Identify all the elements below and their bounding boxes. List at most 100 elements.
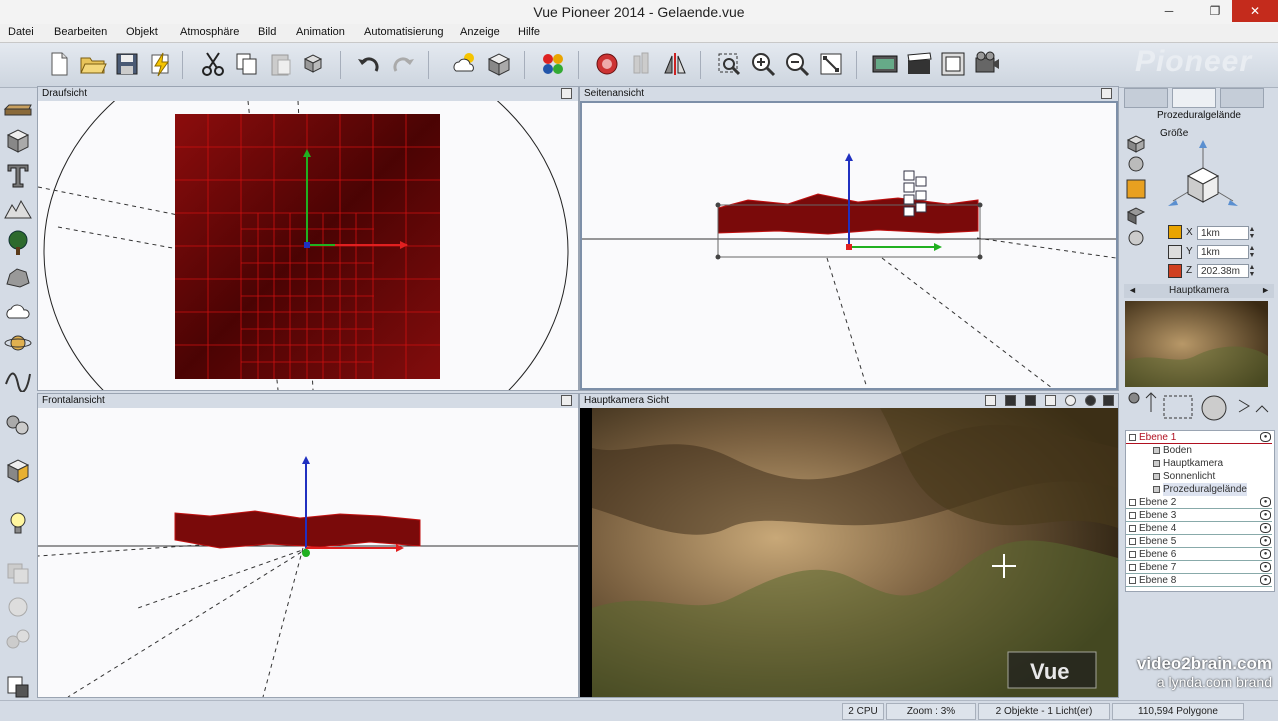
render-image-icon[interactable] (870, 49, 900, 79)
camera-render[interactable]: Vue (580, 408, 1118, 697)
camera-preview[interactable] (1125, 301, 1268, 387)
maximize-button[interactable]: ❐ (1198, 0, 1232, 22)
lightning-icon[interactable] (146, 49, 176, 79)
tree-item[interactable]: Hauptkamera (1126, 457, 1272, 470)
z-buffer-icon[interactable] (1045, 395, 1056, 406)
menu-bearbeiten[interactable]: Bearbeiten (54, 26, 107, 38)
minimize-button[interactable]: ─ (1152, 0, 1186, 22)
size-y-field[interactable]: 1km (1197, 245, 1249, 259)
layer-expand-icon[interactable] (1129, 577, 1136, 584)
visibility-eye-icon[interactable]: ● (1260, 549, 1271, 559)
path-curve-icon[interactable] (3, 362, 33, 393)
rock-icon[interactable] (3, 262, 33, 292)
fit-view-icon[interactable] (816, 49, 846, 79)
menu-hilfe[interactable]: Hilfe (518, 26, 540, 38)
tree-item[interactable]: Prozeduralgelände (1126, 483, 1272, 496)
visibility-eye-icon[interactable]: ● (1260, 575, 1271, 585)
text-tool-icon[interactable] (3, 160, 33, 190)
open-folder-icon[interactable] (78, 49, 108, 79)
object-settings-icon[interactable] (484, 49, 514, 79)
new-file-icon[interactable] (44, 49, 74, 79)
viewport-options-icon[interactable] (561, 88, 572, 99)
layer-tree[interactable]: Ebene 1 ● Boden Hauptkamera Sonnenlicht Proze… (1125, 430, 1275, 592)
layer-row[interactable]: Ebene 7 ● (1126, 561, 1272, 574)
light-bulb-icon[interactable] (3, 508, 33, 538)
viewport-options-icon[interactable] (1101, 88, 1112, 99)
camera-next-arrow[interactable]: ► (1261, 285, 1270, 295)
object-type-icon[interactable] (1153, 460, 1160, 467)
layer-expand-icon[interactable] (1129, 512, 1136, 519)
terrain-icon[interactable] (3, 194, 33, 224)
layer-expand-icon[interactable] (1129, 499, 1136, 506)
save-view-icon[interactable] (1103, 395, 1114, 406)
render-icon[interactable] (592, 49, 622, 79)
size-x-field[interactable]: 1km (1197, 226, 1249, 240)
padlock-icon[interactable] (1168, 245, 1182, 259)
layer-row[interactable]: Ebene 5 ● (1126, 535, 1272, 548)
layer-expand-icon[interactable] (1129, 525, 1136, 532)
group-objects-icon[interactable] (3, 456, 33, 486)
layer-row[interactable]: Ebene 6 ● (1126, 548, 1272, 561)
menu-bild[interactable]: Bild (258, 26, 276, 38)
paste-icon[interactable] (266, 49, 296, 79)
redo-icon[interactable] (388, 49, 418, 79)
tree-item[interactable]: Boden (1126, 444, 1272, 457)
layer-expand-icon[interactable] (1129, 564, 1136, 571)
close-button[interactable]: ✕ (1232, 0, 1278, 22)
size-gizmo[interactable] (1158, 136, 1248, 226)
layer-row[interactable]: Ebene 1 ● (1126, 431, 1272, 444)
size-y-spinner[interactable]: ▲ ▼ (1248, 245, 1256, 259)
transform-mode-icons[interactable] (1124, 132, 1148, 252)
cube-primitive-icon[interactable] (3, 126, 33, 156)
viewport-options-icon[interactable] (561, 395, 572, 406)
layer-expand-icon[interactable] (1129, 434, 1136, 441)
viewport-top-canvas[interactable] (38, 101, 578, 390)
object-type-icon[interactable] (1153, 486, 1160, 493)
mirror-icon[interactable] (660, 49, 690, 79)
menu-animation[interactable]: Animation (296, 26, 345, 38)
cloud-icon[interactable] (3, 296, 33, 326)
viewport-front[interactable]: Frontalansicht (37, 393, 579, 698)
view-cube-icon[interactable] (985, 395, 996, 406)
snapshot-icon[interactable] (1025, 395, 1036, 406)
cut-icon[interactable] (198, 49, 228, 79)
tab-animation[interactable] (1220, 88, 1264, 108)
materials-icon[interactable] (538, 49, 568, 79)
film-icon[interactable] (1005, 395, 1016, 406)
visibility-eye-icon[interactable]: ● (1260, 510, 1271, 520)
shading-icon[interactable] (1085, 395, 1096, 406)
menu-atmosphaere[interactable]: Atmosphäre (180, 26, 239, 38)
size-x-spinner[interactable]: ▲ ▼ (1248, 226, 1256, 240)
menu-anzeige[interactable]: Anzeige (460, 26, 500, 38)
undo-icon[interactable] (354, 49, 384, 79)
object-type-icon[interactable] (1153, 473, 1160, 480)
reset-size-icon[interactable] (1168, 264, 1182, 278)
camera-controls[interactable] (1124, 390, 1274, 426)
tab-aspect[interactable] (1124, 88, 1168, 108)
viewport-side[interactable]: Seitenansicht (579, 86, 1119, 391)
ground-plane-icon[interactable] (3, 94, 33, 124)
copy-icon[interactable] (232, 49, 262, 79)
viewport-front-canvas[interactable] (38, 408, 578, 697)
camera-icon[interactable] (972, 49, 1002, 79)
size-z-spinner[interactable]: ▲ ▼ (1248, 264, 1256, 278)
visibility-eye-icon[interactable]: ● (1260, 497, 1271, 507)
zoom-out-icon[interactable] (782, 49, 812, 79)
menu-automatisierung[interactable]: Automatisierung (364, 26, 444, 38)
save-icon[interactable] (112, 49, 142, 79)
layer-row[interactable]: Ebene 3 ● (1126, 509, 1272, 522)
planet-icon[interactable] (3, 328, 33, 358)
zoom-region-icon[interactable] (714, 49, 744, 79)
object-type-icon[interactable] (1153, 447, 1160, 454)
viewport-top[interactable]: Draufsicht (37, 86, 579, 391)
clapperboard-icon[interactable] (904, 49, 934, 79)
layer-expand-icon[interactable] (1129, 538, 1136, 545)
frame-icon[interactable] (938, 49, 968, 79)
tree-item[interactable]: Sonnenlicht (1126, 470, 1272, 483)
tab-numerics[interactable] (1172, 88, 1216, 108)
visibility-eye-icon[interactable]: ● (1260, 536, 1271, 546)
viewport-side-canvas[interactable] (580, 101, 1118, 390)
layer-row[interactable]: Ebene 8 ● (1126, 574, 1272, 587)
duplicate-icon[interactable] (300, 49, 330, 79)
metablob-icon[interactable] (3, 410, 33, 440)
